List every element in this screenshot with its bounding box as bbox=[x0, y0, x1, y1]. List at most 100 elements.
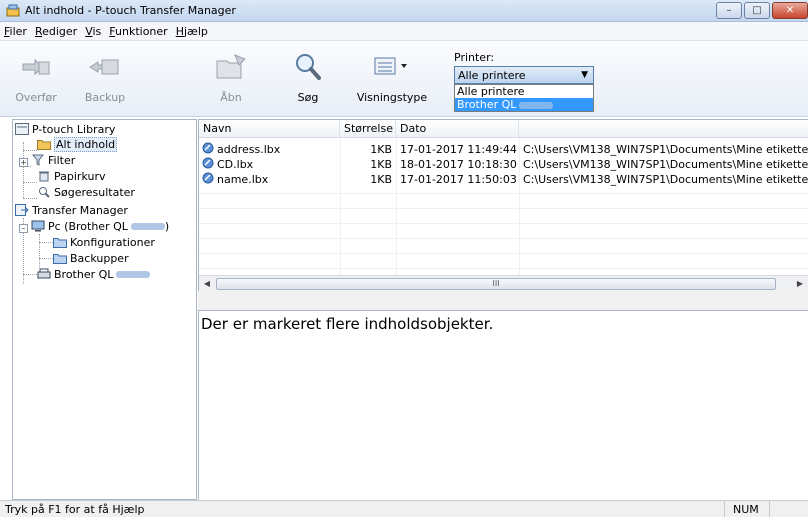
tree-label-pc-suffix: ) bbox=[164, 219, 170, 233]
scroll-thumb[interactable]: III bbox=[216, 278, 776, 290]
search-icon bbox=[278, 49, 338, 85]
tree-item-all-content[interactable]: Alt indhold bbox=[37, 136, 118, 152]
title-bar: Alt indhold - P-touch Transfer Manager –… bbox=[0, 0, 808, 22]
redacted-model-pc bbox=[130, 223, 165, 230]
table-row[interactable]: CD.lbx 1KB 18-01-2017 10:18:30 C:\Users\… bbox=[199, 157, 808, 172]
tree-label-configurations: Konfigurationer bbox=[70, 235, 155, 249]
tree-item-pc[interactable]: Pc (Brother QL) bbox=[31, 218, 169, 234]
tree-label-brother-text: Brother QL bbox=[54, 267, 114, 281]
tree-label-transfer-manager: Transfer Manager bbox=[32, 203, 128, 217]
printer-option-all[interactable]: Alle printere bbox=[455, 85, 593, 98]
cell-path: C:\Users\VM138_WIN7SP1\Documents\Mine et… bbox=[523, 143, 808, 156]
tree-label-search-results: Søgeresultater bbox=[54, 185, 135, 199]
cell-size: 1KB bbox=[370, 143, 392, 156]
table-row[interactable]: address.lbx 1KB 17-01-2017 11:49:44 C:\U… bbox=[199, 142, 808, 157]
tree-item-backups[interactable]: Backupper bbox=[53, 250, 129, 266]
menu-help[interactable]: Hjælp bbox=[176, 25, 208, 38]
cell-name: address.lbx bbox=[217, 143, 281, 156]
table-row[interactable]: name.lbx 1KB 17-01-2017 11:50:03 C:\User… bbox=[199, 172, 808, 187]
backups-folder-icon bbox=[53, 252, 67, 264]
cell-date: 18-01-2017 10:18:30 bbox=[400, 158, 517, 171]
printer-icon bbox=[37, 268, 51, 280]
menu-edit[interactable]: Rediger bbox=[35, 25, 77, 38]
preview-pane: Der er markeret flere indholdsobjekter. bbox=[198, 310, 808, 500]
cell-name: name.lbx bbox=[217, 173, 269, 186]
tree-label-pc-prefix: Pc (Brother QL bbox=[48, 219, 128, 233]
cell-size: 1KB bbox=[370, 158, 392, 171]
content-list: Navn Størrelse Dato address.lbx 1KB 17-0… bbox=[198, 119, 808, 292]
printer-select[interactable]: Alle printere ▼ bbox=[454, 66, 594, 84]
trash-icon bbox=[37, 170, 51, 182]
collapse-pc-toggle[interactable]: – bbox=[19, 224, 28, 233]
column-header-location[interactable] bbox=[519, 120, 808, 138]
chevron-down-icon: ▼ bbox=[581, 70, 588, 80]
filter-icon bbox=[31, 154, 45, 166]
cell-date: 17-01-2017 11:50:03 bbox=[400, 173, 517, 186]
folder-icon bbox=[37, 138, 51, 150]
tree-item-library[interactable]: P-touch Library bbox=[15, 121, 115, 137]
cell-path: C:\Users\VM138_WIN7SP1\Documents\Mine et… bbox=[523, 173, 808, 186]
column-header-name[interactable]: Navn bbox=[199, 120, 340, 138]
tree-item-search-results[interactable]: Søgeresultater bbox=[37, 184, 135, 200]
configurations-folder-icon bbox=[53, 236, 67, 248]
status-bar: Tryk på F1 for at få Hjælp NUM bbox=[0, 500, 808, 517]
tree-label-filter: Filter bbox=[48, 153, 76, 167]
pane-splitter[interactable] bbox=[198, 291, 808, 310]
list-header: Navn Størrelse Dato bbox=[199, 120, 808, 138]
cell-size: 1KB bbox=[370, 173, 392, 186]
expand-filter-toggle[interactable]: + bbox=[19, 158, 28, 167]
tree-item-brother[interactable]: Brother QL bbox=[37, 266, 151, 282]
printer-select-value: Alle printere bbox=[458, 68, 526, 82]
menu-file[interactable]: Filer bbox=[4, 25, 27, 38]
close-button[interactable]: ✕ bbox=[772, 2, 808, 19]
transfer-manager-icon bbox=[15, 204, 29, 216]
menu-tools[interactable]: Funktioner bbox=[109, 25, 167, 38]
view-type-icon bbox=[354, 49, 430, 85]
tree-label-all-content: Alt indhold bbox=[54, 136, 118, 152]
search-button[interactable]: Søg bbox=[278, 49, 338, 113]
menu-view[interactable]: Vis bbox=[85, 25, 101, 38]
viewtype-label: Visningstype bbox=[356, 91, 428, 104]
open-button[interactable]: Åbn bbox=[201, 49, 261, 113]
status-help-text: Tryk på F1 for at få Hjælp bbox=[5, 503, 145, 516]
tree-label-library: P-touch Library bbox=[32, 122, 116, 136]
cell-date: 17-01-2017 11:49:44 bbox=[400, 143, 517, 156]
cell-name: CD.lbx bbox=[217, 158, 254, 171]
transfer-button[interactable]: Overfør bbox=[6, 49, 66, 113]
tree-item-transfer-manager[interactable]: Transfer Manager bbox=[15, 202, 128, 218]
column-header-size[interactable]: Størrelse bbox=[340, 120, 396, 138]
backup-icon bbox=[75, 49, 135, 85]
backup-button[interactable]: Backup bbox=[75, 49, 135, 113]
toolbar: Overfør Backup Åbn Søg Visningstype bbox=[0, 41, 808, 117]
search-results-icon bbox=[37, 186, 51, 198]
window-title: Alt indhold - P-touch Transfer Manager bbox=[25, 4, 236, 17]
minimize-button[interactable]: – bbox=[716, 2, 742, 19]
tree-item-trash[interactable]: Papirkurv bbox=[37, 168, 105, 184]
redacted-model bbox=[519, 101, 554, 109]
transfer-label: Overfør bbox=[15, 91, 57, 104]
file-icon bbox=[202, 172, 214, 187]
cell-path: C:\Users\VM138_WIN7SP1\Documents\Mine et… bbox=[523, 158, 808, 171]
tree-label-pc: Pc (Brother QL) bbox=[48, 220, 169, 233]
viewtype-button[interactable]: Visningstype bbox=[354, 49, 430, 113]
open-label: Åbn bbox=[220, 91, 242, 104]
status-num-indicator: NUM bbox=[724, 501, 770, 517]
scroll-left-icon[interactable]: ◀ bbox=[200, 278, 214, 290]
transfer-icon bbox=[6, 49, 66, 85]
search-label: Søg bbox=[297, 91, 319, 104]
tree-label-brother: Brother QL bbox=[54, 267, 151, 281]
scroll-right-icon[interactable]: ▶ bbox=[793, 278, 807, 290]
printer-dropdown-list: Alle printere Brother QL bbox=[454, 84, 594, 112]
computer-icon bbox=[31, 220, 45, 232]
horizontal-scrollbar[interactable]: ◀ III ▶ bbox=[199, 275, 808, 292]
menu-bar: Filer Rediger Vis Funktioner Hjælp bbox=[0, 22, 808, 41]
file-icon bbox=[202, 157, 214, 172]
maximize-button[interactable]: □ bbox=[744, 2, 770, 19]
redacted-model-brother bbox=[116, 271, 151, 278]
tree-item-configurations[interactable]: Konfigurationer bbox=[53, 234, 155, 250]
printer-option-brother[interactable]: Brother QL bbox=[455, 98, 593, 111]
column-header-date[interactable]: Dato bbox=[396, 120, 519, 138]
tree-item-filter[interactable]: Filter bbox=[31, 152, 75, 168]
open-folder-icon bbox=[201, 49, 261, 85]
tree-label-backups: Backupper bbox=[70, 251, 129, 265]
